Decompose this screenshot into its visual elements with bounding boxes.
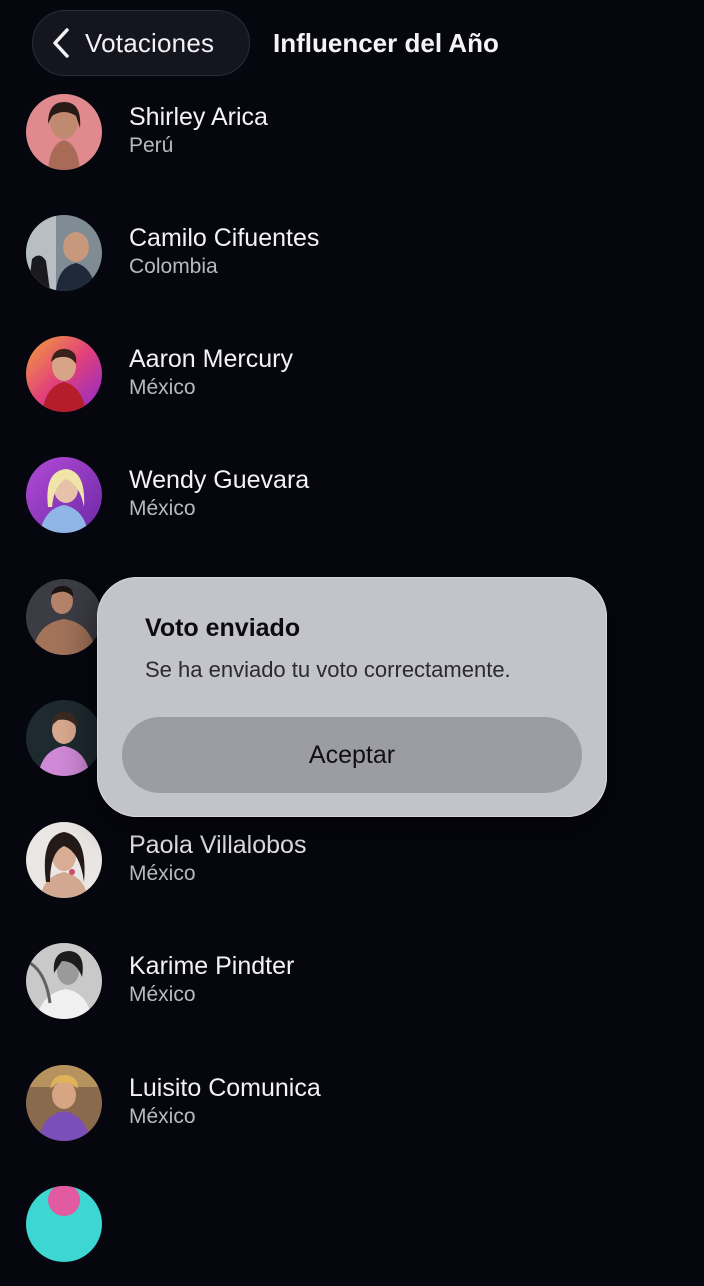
candidate-country: Colombia [129, 255, 218, 278]
candidate-row[interactable]: Paola Villalobos México [0, 822, 704, 922]
candidate-row[interactable] [0, 1186, 704, 1286]
candidate-name: Wendy Guevara [129, 466, 310, 494]
candidate-country: México [129, 376, 196, 399]
avatar [26, 943, 102, 1019]
avatar [26, 700, 102, 776]
candidate-row[interactable]: Aaron Mercury México [0, 336, 704, 436]
back-button[interactable]: Votaciones [32, 10, 250, 76]
candidate-row[interactable]: Camilo Cifuentes Colombia [0, 215, 704, 315]
candidate-row[interactable]: Wendy Guevara México [0, 457, 704, 557]
page-title: Influencer del Año [273, 28, 499, 58]
candidate-row[interactable]: Luisito Comunica México [0, 1065, 704, 1165]
alert-message: Se ha enviado tu voto correctamente. [145, 657, 511, 682]
candidate-country: México [129, 497, 196, 520]
alert-title: Voto enviado [145, 614, 301, 642]
candidate-country: México [129, 862, 196, 885]
accept-button[interactable]: Aceptar [122, 717, 582, 793]
candidate-name: Shirley Arica [129, 103, 268, 131]
navigation-bar: Votaciones Influencer del Año [0, 0, 704, 92]
candidate-country: México [129, 1105, 196, 1128]
back-button-label: Votaciones [85, 27, 215, 58]
avatar [26, 579, 102, 655]
avatar [26, 336, 102, 412]
candidate-row[interactable]: Shirley Arica Perú [0, 94, 704, 194]
avatar [26, 215, 102, 291]
chevron-left-icon [53, 28, 69, 58]
candidate-country: Perú [129, 134, 174, 157]
candidate-name: Luisito Comunica [129, 1074, 321, 1102]
candidate-name: Camilo Cifuentes [129, 224, 320, 252]
avatar [26, 822, 102, 898]
candidate-name: Paola Villalobos [129, 831, 307, 859]
avatar [26, 1186, 102, 1262]
candidate-name: Karime Pindter [129, 952, 295, 980]
avatar [26, 1065, 102, 1141]
candidate-name: Aaron Mercury [129, 345, 293, 373]
avatar [26, 94, 102, 170]
avatar [26, 457, 102, 533]
candidate-row[interactable]: Karime Pindter México [0, 943, 704, 1043]
candidate-country: México [129, 983, 196, 1006]
vote-sent-alert: Voto enviado Se ha enviado tu voto corre… [97, 577, 607, 817]
